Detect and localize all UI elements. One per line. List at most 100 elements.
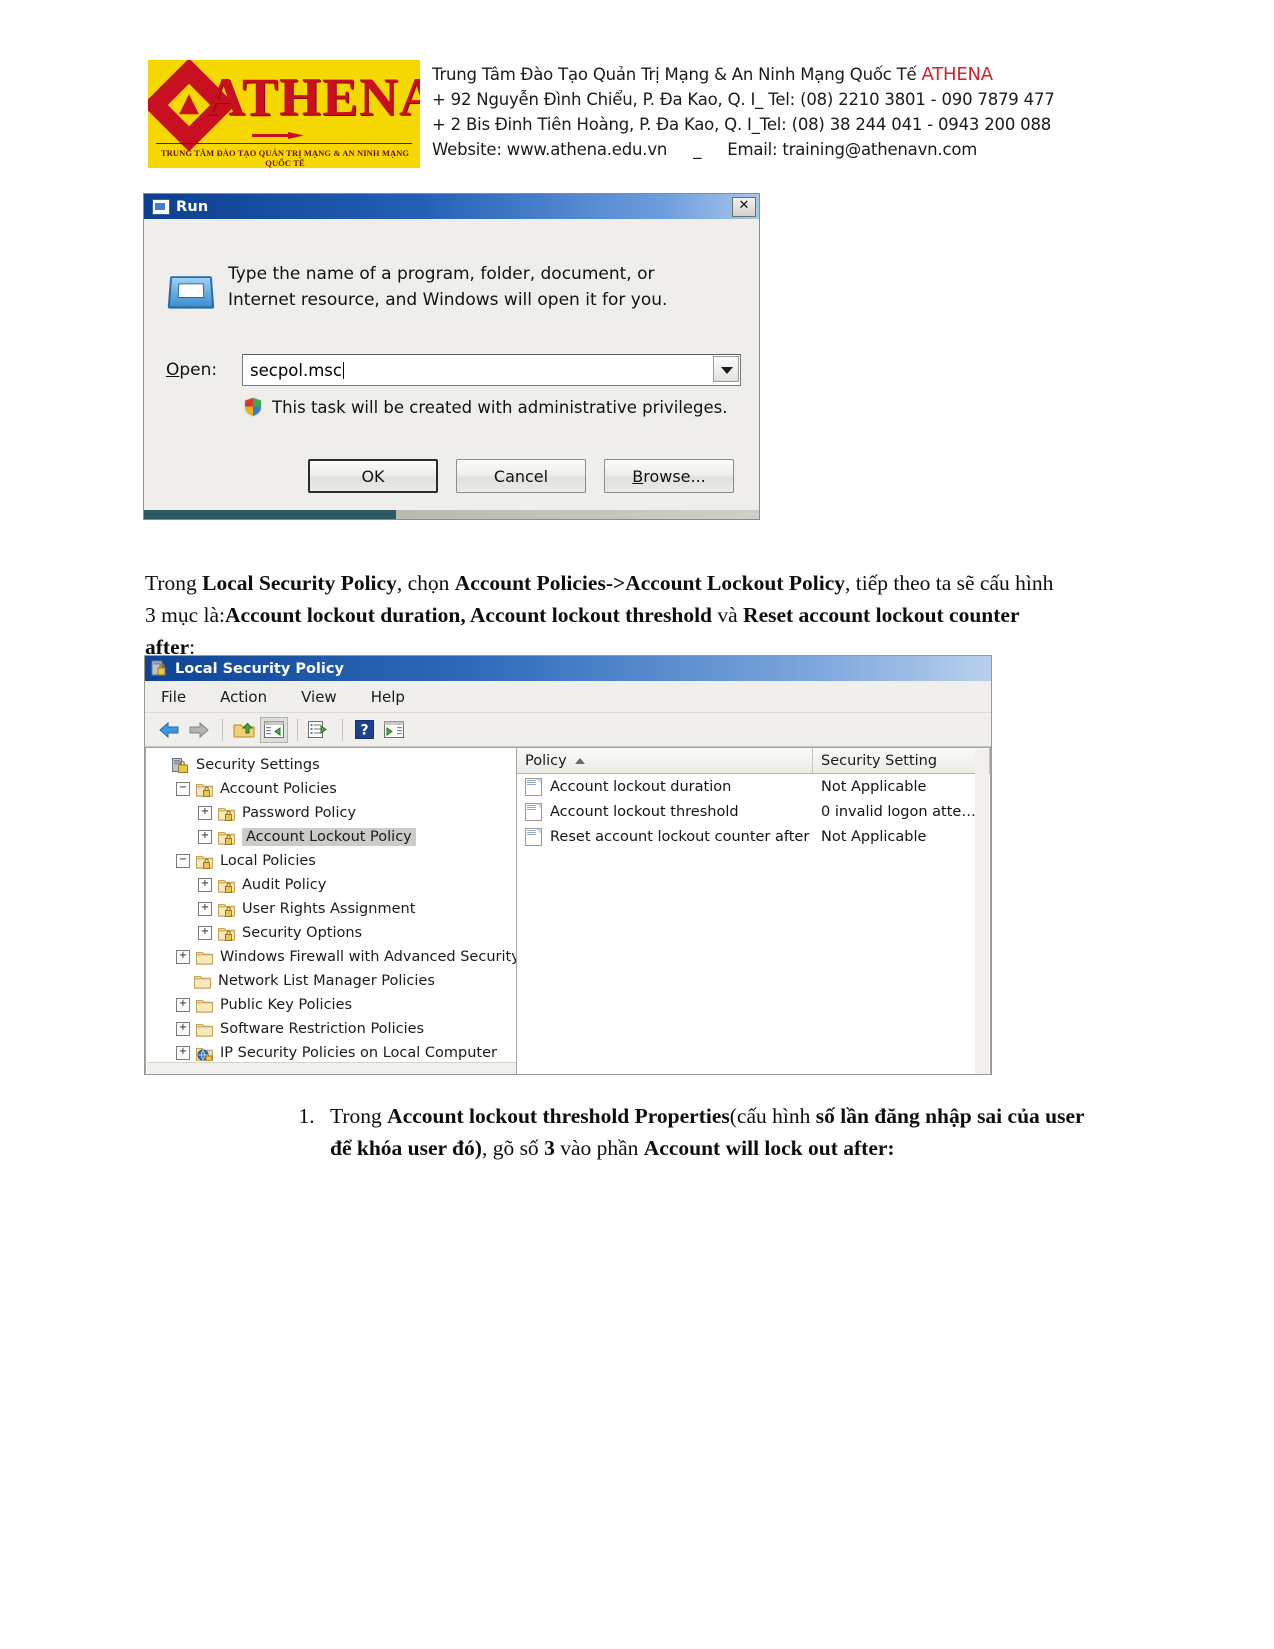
tree-item-label: Account Lockout Policy [242,828,416,846]
toolbar-separator [297,718,298,741]
tree-item-windows-firewall-with-advanced-security[interactable]: + Windows Firewall with Advanced Security [146,945,516,969]
policy-folder-icon [218,926,235,941]
item1-seg4: vào phần [554,1136,644,1160]
tree-item-label: Public Key Policies [220,997,353,1013]
expand-icon[interactable]: + [176,950,190,964]
tree-item-local-policies[interactable]: − Local Policies [146,849,516,873]
menu-view[interactable]: View [301,688,337,706]
expand-icon[interactable]: + [198,878,212,892]
tree-item-network-list-manager-policies[interactable]: Network List Manager Policies [146,969,516,993]
show-action-pane-icon[interactable] [380,717,408,743]
expand-icon[interactable]: + [198,806,212,820]
tree-toggle-spacer [176,975,188,987]
para1-seg4: và [712,602,744,627]
cancel-button[interactable]: Cancel [456,459,586,493]
tree-item-label: Audit Policy [242,877,327,893]
menu-help[interactable]: Help [371,688,405,706]
letterhead-line-1-brand: ATHENA [921,64,994,85]
svg-text:?: ? [360,723,368,739]
column-header-security-setting[interactable]: Security Setting [813,748,990,773]
instruction-paragraph: Trong Local Security Policy, chọn Accoun… [145,567,1065,663]
collapse-icon[interactable]: − [176,854,190,868]
policy-folder-icon [218,878,235,893]
folder-icon [196,950,213,965]
console-tree-pane[interactable]: Security Settings − Account Policies + Passw… [145,747,516,1074]
tree-item-account-policies[interactable]: − Account Policies [146,777,516,801]
tree-item-user-rights-assignment[interactable]: + User Rights Assignment [146,897,516,921]
table-row[interactable]: Account lockout duration Not Applicable [517,774,990,799]
logo-divider [156,143,412,144]
run-program-icon [166,269,215,309]
back-icon[interactable] [155,717,183,743]
security-setting-cell: Not Applicable [821,828,927,845]
policy-setting-icon [525,802,542,821]
para1-bold1: Local Security Policy [202,570,397,595]
policy-rows-container: Account lockout duration Not Applicable Ac… [517,774,990,849]
forward-icon[interactable] [185,717,213,743]
export-list-icon[interactable] [305,717,333,743]
tree-item-software-restriction-policies[interactable]: + Software Restriction Policies [146,1017,516,1041]
expand-icon[interactable]: + [176,998,190,1012]
policy-name-cell: Account lockout duration [517,777,813,796]
chevron-down-icon[interactable] [713,356,739,382]
tree-item-password-policy[interactable]: + Password Policy [146,801,516,825]
lsp-toolbar: ? [145,713,991,747]
tree-item-security-settings[interactable]: Security Settings [146,753,516,777]
up-folder-icon[interactable] [230,717,258,743]
help-icon[interactable]: ? [350,717,378,743]
lsp-titlebar[interactable]: Local Security Policy [145,656,991,681]
menu-file[interactable]: File [161,688,186,706]
policy-folder-icon [218,806,235,821]
item1-bold1: Account lockout threshold Properties [387,1104,730,1128]
run-open-row: Open: secpol.msc [166,354,741,386]
show-hide-tree-icon[interactable] [260,716,288,743]
tree-item-label: Security Settings [196,757,320,773]
policy-name-cell: Account lockout threshold [517,802,813,821]
policy-list-pane[interactable]: Policy Security Setting Account lockout … [516,747,991,1074]
run-command-combobox[interactable]: secpol.msc [242,354,741,386]
expand-icon[interactable]: + [176,1046,190,1060]
column-header-policy[interactable]: Policy [517,748,813,773]
run-dialog: Run ✕ Type the name of a program, folder… [143,193,760,520]
logo-wordmark: ATHENA [206,67,420,127]
item1-seg1: Trong [330,1104,388,1128]
para1-seg1: Trong [145,570,203,595]
table-row[interactable]: Reset account lockout counter after Not A… [517,824,990,849]
browse-button[interactable]: Browse... [604,459,734,493]
expand-icon[interactable]: + [176,1022,190,1036]
policy-name-cell: Reset account lockout counter after [517,827,813,846]
item1-seg3: , gõ số [481,1136,545,1160]
run-command-input[interactable]: secpol.msc [243,361,342,380]
logo-emblem-icon: ▲ [179,88,199,118]
letterhead-website: Website: www.athena.edu.vn [432,140,668,159]
table-row[interactable]: Account lockout threshold 0 invalid logon… [517,799,990,824]
menu-action[interactable]: Action [220,688,267,706]
tree-horizontal-scrollbar[interactable] [147,1062,516,1074]
run-description-row: Type the name of a program, folder, docu… [166,261,698,313]
run-description-text: Type the name of a program, folder, docu… [228,264,668,310]
run-dialog-titlebar[interactable]: Run ✕ [144,194,759,219]
folder-icon [194,974,211,989]
local-security-policy-window: Local Security Policy File Action View H… [144,655,992,1075]
tree-item-label: Account Policies [220,781,337,797]
policy-name-text: Account lockout duration [550,778,732,795]
list-vertical-scrollbar[interactable] [975,749,989,1074]
close-icon[interactable]: ✕ [732,197,756,217]
letterhead-line-1: Trung Tâm Đào Tạo Quản Trị Mạng & An Nin… [432,62,1055,87]
tree-toggle-spacer [154,759,166,771]
letterhead: ▲ ATHENA TRUNG TÂM ĐÀO TẠO QUẢN TRỊ MẠNG… [148,60,1055,170]
column-header-policy-label: Policy [525,752,567,769]
shield-icon [244,397,262,417]
expand-icon[interactable]: + [198,926,212,940]
tree-item-account-lockout-policy[interactable]: + Account Lockout Policy [146,825,516,849]
tree-item-public-key-policies[interactable]: + Public Key Policies [146,993,516,1017]
tree-item-security-options[interactable]: + Security Options [146,921,516,945]
letterhead-contact-block: Trung Tâm Đào Tạo Quản Trị Mạng & An Nin… [432,60,1055,162]
security-settings-icon [172,758,189,773]
expand-icon[interactable]: + [198,830,212,844]
expand-icon[interactable]: + [198,902,212,916]
item1-seg2: (cấu hình [729,1104,816,1128]
collapse-icon[interactable]: − [176,782,190,796]
ok-button[interactable]: OK [308,459,438,493]
tree-item-audit-policy[interactable]: + Audit Policy [146,873,516,897]
